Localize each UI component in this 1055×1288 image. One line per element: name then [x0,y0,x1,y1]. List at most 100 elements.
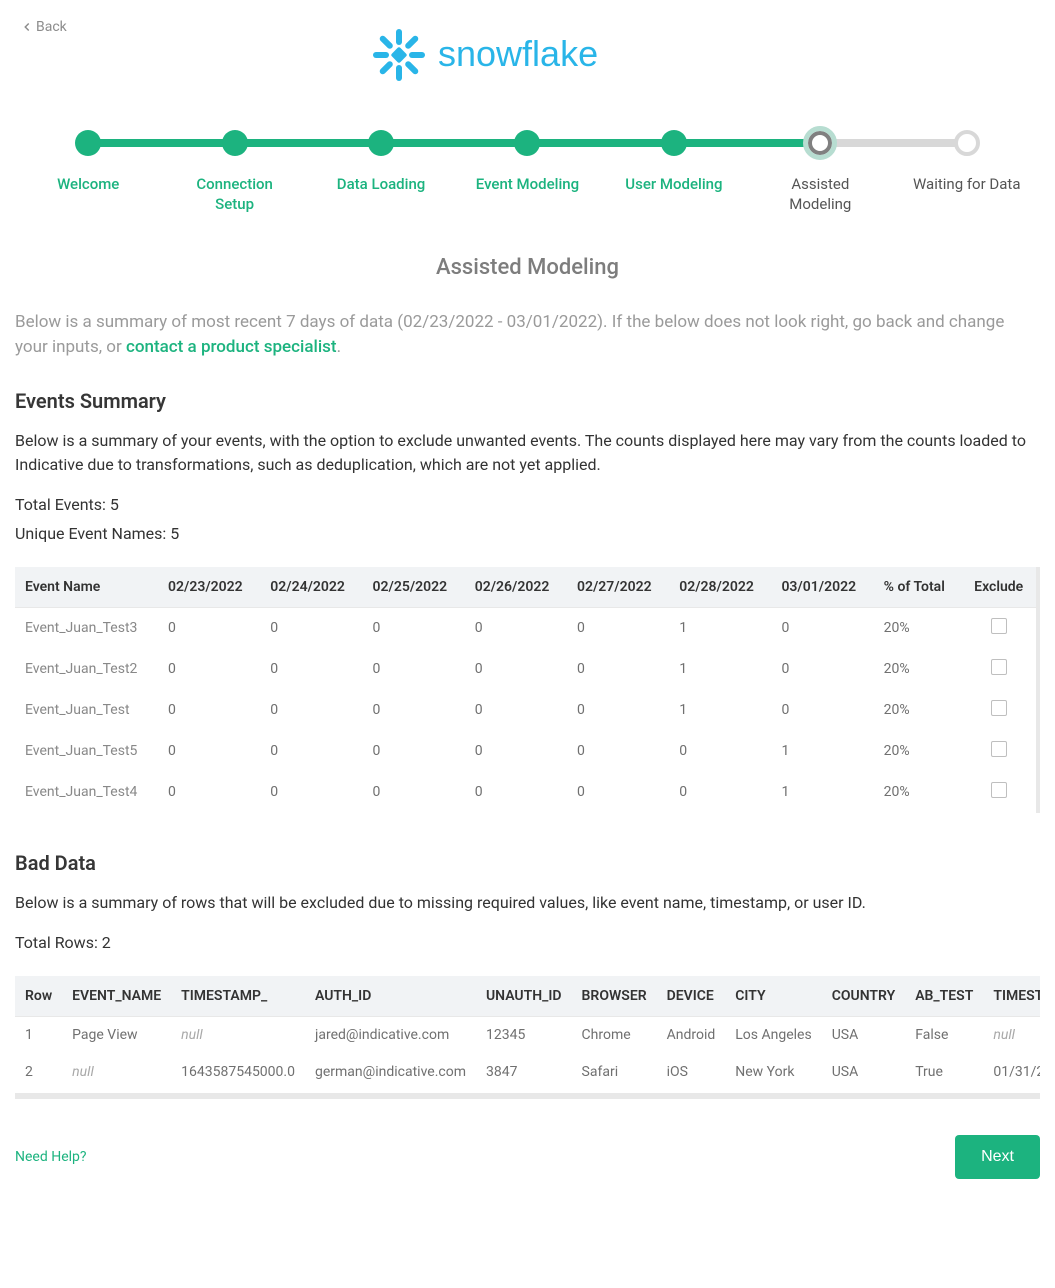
table-cell: 0 [363,607,465,648]
step-label: Welcome [57,174,119,194]
table-cell: null [171,1016,305,1053]
null-value: null [993,1027,1015,1043]
table-cell: False [905,1016,983,1053]
table-cell [961,730,1036,771]
table-cell: Safari [572,1053,657,1090]
events-col-header: 02/27/2022 [567,567,669,608]
step-connector [381,139,527,147]
events-table: Event Name02/23/202202/24/202202/25/2022… [15,567,1036,813]
null-value: null [181,1027,203,1043]
step-label: Waiting for Data [913,174,1021,194]
table-cell: 1 [669,648,771,689]
table-cell: 20% [874,771,962,812]
table-cell: 0 [158,648,260,689]
back-label: Back [36,19,67,35]
table-cell: Los Angeles [725,1016,821,1053]
baddata-col-header: Row [15,976,62,1017]
exclude-checkbox[interactable] [991,618,1007,634]
table-cell: 0 [567,730,669,771]
table-cell [961,689,1036,730]
events-col-header: % of Total [874,567,962,608]
table-cell: 20% [874,607,962,648]
baddata-col-header: AUTH_ID [305,976,476,1017]
unique-event-names: Unique Event Names: 5 [15,524,1040,543]
contact-specialist-link[interactable]: contact a product specialist [126,337,337,357]
table-cell: 0 [669,771,771,812]
table-cell: 0 [465,689,567,730]
events-col-header: 02/24/2022 [260,567,362,608]
table-cell: 3847 [476,1053,572,1090]
table-cell [961,771,1036,812]
table-cell: USA [822,1053,906,1090]
bad-data-table: RowEVENT_NAMETIMESTAMP_AUTH_IDUNAUTH_IDB… [15,976,1040,1091]
null-value: null [72,1064,94,1080]
table-cell: 0 [158,730,260,771]
need-help-link[interactable]: Need Help? [15,1149,87,1165]
table-row: Event_Juan_Test000001020% [15,689,1036,730]
table-row: Event_Juan_Test3000001020% [15,607,1036,648]
bad-data-body: Below is a summary of rows that will be … [15,891,1040,915]
table-cell: 1 [771,730,873,771]
table-row: Event_Juan_Test5000000120% [15,730,1036,771]
table-cell: 0 [260,730,362,771]
total-events: Total Events: 5 [15,495,1040,514]
step-connector [820,139,966,147]
step-dot [368,130,394,156]
table-cell: 0 [771,689,873,730]
table-row: Event_Juan_Test4000000120% [15,771,1036,812]
table-cell: 0 [465,771,567,812]
events-col-header: 03/01/2022 [771,567,873,608]
step-label: User Modeling [625,174,722,194]
table-cell: 0 [363,689,465,730]
exclude-checkbox[interactable] [991,782,1007,798]
step-dot [222,130,248,156]
progress-stepper: WelcomeConnection SetupData LoadingEvent… [15,130,1040,215]
next-button[interactable]: Next [955,1135,1040,1179]
bad-data-table-container[interactable]: RowEVENT_NAMETIMESTAMP_AUTH_IDUNAUTH_IDB… [15,976,1040,1099]
table-cell: 1643587545000.0 [171,1053,305,1090]
events-col-header: Event Name [15,567,158,608]
table-cell: 0 [669,730,771,771]
step-dot [954,130,980,156]
table-cell: Event_Juan_Test3 [15,607,158,648]
table-cell: True [905,1053,983,1090]
table-cell: 0 [567,689,669,730]
step-connector [674,139,820,147]
table-cell: 1 [771,771,873,812]
table-cell: 0 [363,648,465,689]
table-cell: 20% [874,648,962,689]
step-connector [88,139,234,147]
table-cell: 0 [158,607,260,648]
step-connector [235,139,381,147]
step-dot [661,130,687,156]
bad-data-title: Bad Data [15,851,1040,875]
step-label: Event Modeling [476,174,579,194]
table-cell: 0 [363,771,465,812]
baddata-col-header: UNAUTH_ID [476,976,572,1017]
table-cell: New York [725,1053,821,1090]
events-col-header: 02/26/2022 [465,567,567,608]
exclude-checkbox[interactable] [991,741,1007,757]
table-cell: 0 [771,607,873,648]
table-cell: 2 [15,1053,62,1090]
table-cell: 0 [567,607,669,648]
table-cell: german@indicative.com [305,1053,476,1090]
table-cell: Android [657,1016,726,1053]
exclude-checkbox[interactable] [991,659,1007,675]
table-cell: Page View [62,1016,171,1053]
table-cell: 0 [260,689,362,730]
exclude-checkbox[interactable] [991,700,1007,716]
back-button[interactable]: Back [20,19,67,35]
table-cell: jared@indicative.com [305,1016,476,1053]
step-label: Data Loading [337,174,426,194]
events-col-header: 02/25/2022 [363,567,465,608]
baddata-col-header: CITY [725,976,821,1017]
chevron-left-icon [20,20,34,34]
table-row: Event_Juan_Test2000001020% [15,648,1036,689]
table-cell: 20% [874,730,962,771]
step-label: Assisted Modeling [765,174,875,215]
baddata-col-header: BROWSER [572,976,657,1017]
baddata-col-header: COUNTRY [822,976,906,1017]
table-cell: 01/31/2022 00:05:45 [983,1053,1040,1090]
events-table-container: Event Name02/23/202202/24/202202/25/2022… [15,567,1040,813]
